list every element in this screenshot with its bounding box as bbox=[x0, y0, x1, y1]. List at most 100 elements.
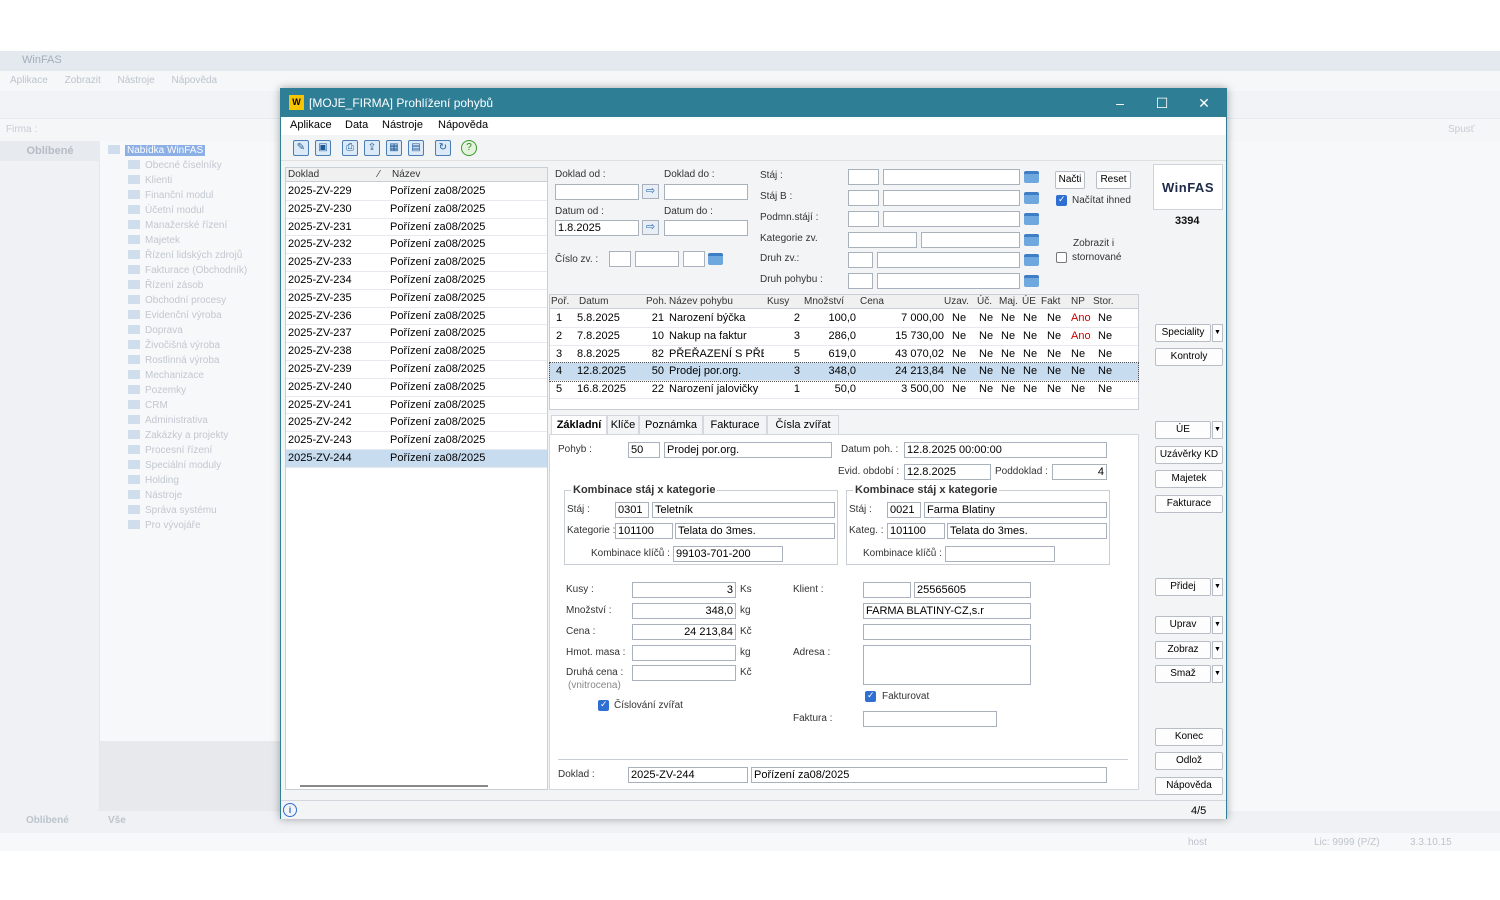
refresh-icon[interactable]: ↻ bbox=[435, 140, 451, 156]
doklad-name-field[interactable]: Pořízení za08/2025 bbox=[751, 767, 1107, 783]
cislo-zv-folder-icon[interactable] bbox=[708, 253, 723, 265]
doklad-list-row[interactable]: 2025-ZV-241 Pořízení za08/2025 bbox=[286, 397, 547, 415]
col-doklad[interactable]: Doklad bbox=[288, 169, 319, 180]
kategorie-name-input[interactable] bbox=[921, 232, 1020, 248]
col-nazev[interactable]: Název bbox=[392, 169, 420, 180]
doklad-list-row[interactable]: 2025-ZV-232 Pořízení za08/2025 bbox=[286, 236, 547, 255]
pohyb-row[interactable]: 3 8.8.2025 82 PŘEŘAZENÍ S PŘEVC 5 619,0 43 070… bbox=[550, 346, 1138, 364]
cena-field[interactable]: 24 213,84 bbox=[632, 624, 736, 640]
grid-col-mnozstvi[interactable]: Množství bbox=[804, 296, 844, 307]
kategorie-folder-icon[interactable] bbox=[1024, 234, 1039, 246]
uprav-dropdown-icon[interactable]: ▼ bbox=[1212, 616, 1223, 634]
grid-col-maj[interactable]: Maj. bbox=[999, 296, 1018, 307]
podm-staji-folder-icon[interactable] bbox=[1024, 213, 1039, 225]
ue-dropdown-icon[interactable]: ▼ bbox=[1212, 421, 1223, 439]
odloz-button[interactable]: Odlož bbox=[1155, 752, 1223, 770]
doklad-list-row[interactable]: 2025-ZV-233 Pořízení za08/2025 bbox=[286, 254, 547, 272]
evid-obdobi-field[interactable]: 12.8.2025 bbox=[904, 464, 991, 480]
smaz-dropdown-icon[interactable]: ▼ bbox=[1212, 665, 1223, 683]
pohyby-grid[interactable]: Poř. Datum Poh. Název pohybu Kusy Množství Cen… bbox=[549, 294, 1139, 410]
pohyb-row[interactable]: 5 16.8.2025 22 Narození jalovičky 1 50,0 3 500… bbox=[550, 381, 1138, 399]
g1-kat-code[interactable]: 101100 bbox=[615, 523, 673, 539]
doklad-list-row[interactable]: 2025-ZV-243 Pořízení za08/2025 bbox=[286, 432, 547, 450]
druh-pohybu-code-input[interactable] bbox=[848, 273, 873, 289]
nacti-button[interactable]: Načti bbox=[1055, 171, 1085, 189]
poddoklad-field[interactable]: 4 bbox=[1052, 464, 1107, 480]
menu-nastroje[interactable]: Nástroje bbox=[382, 119, 423, 131]
doklad-list-row[interactable]: 2025-ZV-240 Pořízení za08/2025 bbox=[286, 379, 547, 397]
menu-aplikace[interactable]: Aplikace bbox=[290, 119, 332, 131]
doklad-list-row[interactable]: 2025-ZV-237 Pořízení za08/2025 bbox=[286, 325, 547, 344]
g2-staj-code[interactable]: 0021 bbox=[887, 502, 921, 518]
grid-col-nazev[interactable]: Název pohybu bbox=[669, 296, 733, 307]
staj-b-code-input[interactable] bbox=[848, 190, 879, 206]
druha-cena-field[interactable] bbox=[632, 665, 736, 681]
doklad-list-row[interactable]: 2025-ZV-230 Pořízení za08/2025 bbox=[286, 201, 547, 219]
grid-col-fakt[interactable]: Fakt bbox=[1041, 296, 1060, 307]
edit-icon[interactable]: ✎ bbox=[293, 140, 309, 156]
copy-arrow-icon[interactable]: ⇨ bbox=[642, 184, 659, 199]
g2-kat-name[interactable]: Telata do 3mes. bbox=[947, 523, 1107, 539]
pohyb-row[interactable]: 1 5.8.2025 21 Narození býčka 2 100,0 7 000,00 N… bbox=[550, 310, 1138, 328]
druh-zv-code-input[interactable] bbox=[848, 252, 873, 268]
majetek-button[interactable]: Majetek bbox=[1155, 470, 1223, 488]
doklad-list-row[interactable]: 2025-ZV-238 Pořízení za08/2025 bbox=[286, 343, 547, 361]
staj-folder-icon[interactable] bbox=[1024, 171, 1039, 183]
doklad-list-row[interactable]: 2025-ZV-236 Pořízení za08/2025 bbox=[286, 308, 547, 326]
konec-button[interactable]: Konec bbox=[1155, 728, 1223, 746]
stornovane-checkbox[interactable] bbox=[1056, 252, 1067, 263]
grid-col-poh[interactable]: Poh. bbox=[646, 296, 667, 307]
cislo-zv-input-3[interactable] bbox=[683, 251, 705, 267]
pohyb-row[interactable]: 4 12.8.2025 50 Prodej por.org. 3 348,0 24 213,… bbox=[549, 362, 1139, 383]
print-icon[interactable]: ⎙ bbox=[342, 140, 358, 156]
staj-name-input[interactable] bbox=[883, 169, 1020, 185]
tab-klice[interactable]: Klíče bbox=[607, 415, 639, 434]
table-icon[interactable]: ▦ bbox=[386, 140, 402, 156]
grid-col-ue[interactable]: ÚE bbox=[1022, 296, 1036, 307]
kontroly-button[interactable]: Kontroly bbox=[1155, 348, 1223, 366]
zobraz-button[interactable]: Zobraz bbox=[1155, 641, 1211, 659]
cislo-zv-input-2[interactable] bbox=[635, 251, 679, 267]
druh-zv-name-input[interactable] bbox=[877, 252, 1020, 268]
minimize-button[interactable]: – bbox=[1108, 93, 1132, 113]
info-icon[interactable]: i bbox=[283, 803, 297, 817]
staj-b-name-input[interactable] bbox=[883, 190, 1020, 206]
grid-col-por[interactable]: Poř. bbox=[551, 296, 569, 307]
doklad-list-row[interactable]: 2025-ZV-239 Pořízení za08/2025 bbox=[286, 361, 547, 379]
pohyb-row[interactable]: 2 7.8.2025 10 Nakup na faktur 3 286,0 15 730,0… bbox=[550, 328, 1138, 346]
pridej-dropdown-icon[interactable]: ▼ bbox=[1212, 578, 1223, 596]
speciality-dropdown-icon[interactable]: ▼ bbox=[1212, 324, 1223, 342]
horizontal-scrollbar[interactable] bbox=[300, 785, 488, 787]
doklad-list-row[interactable]: 2025-ZV-229 Pořízení za08/2025 bbox=[286, 183, 547, 201]
doklad-list-row[interactable]: 2025-ZV-244 Pořízení za08/2025 bbox=[286, 450, 547, 468]
grid-col-uc[interactable]: Úč. bbox=[977, 296, 992, 307]
tab-zakladni[interactable]: Základní bbox=[551, 415, 607, 434]
speciality-button[interactable]: Speciality bbox=[1155, 324, 1211, 342]
menu-napoveda[interactable]: Nápověda bbox=[438, 119, 488, 131]
staj-b-folder-icon[interactable] bbox=[1024, 192, 1039, 204]
grid-col-uzav[interactable]: Uzav. bbox=[944, 296, 969, 307]
g2-kat-code[interactable]: 101100 bbox=[887, 523, 945, 539]
pridej-button[interactable]: Přidej bbox=[1155, 578, 1211, 596]
datum-poh-field[interactable]: 12.8.2025 00:00:00 bbox=[904, 442, 1107, 458]
druh-zv-folder-icon[interactable] bbox=[1024, 254, 1039, 266]
title-bar[interactable]: W [MOJE_FIRMA] Prohlížení pohybů – ☐ ✕ bbox=[281, 89, 1226, 117]
grid-col-cena[interactable]: Cena bbox=[860, 296, 884, 307]
export-icon[interactable]: ⇪ bbox=[364, 140, 380, 156]
doklad-do-input[interactable] bbox=[664, 184, 748, 200]
reset-button[interactable]: Reset bbox=[1096, 171, 1131, 189]
grid-col-stor[interactable]: Stor. bbox=[1093, 296, 1114, 307]
g1-kat-name[interactable]: Telata do 3mes. bbox=[675, 523, 835, 539]
fakturovat-checkbox[interactable] bbox=[865, 690, 876, 702]
podm-staji-name-input[interactable] bbox=[883, 211, 1020, 227]
nacitat-ihned-checkbox[interactable] bbox=[1056, 194, 1067, 206]
grid-col-kusy[interactable]: Kusy bbox=[767, 296, 789, 307]
klient-code-field[interactable] bbox=[863, 582, 911, 598]
grid-col-datum[interactable]: Datum bbox=[579, 296, 608, 307]
g1-komb-field[interactable]: 99103-701-200 bbox=[673, 546, 783, 562]
g1-staj-code[interactable]: 0301 bbox=[615, 502, 649, 518]
cislovani-zvirat-checkbox[interactable] bbox=[598, 699, 609, 711]
fakturace-button[interactable]: Fakturace bbox=[1155, 495, 1223, 513]
document-icon[interactable]: ▤ bbox=[408, 140, 424, 156]
klient-name-field[interactable]: FARMA BLATINY-CZ,s.r bbox=[863, 603, 1031, 619]
